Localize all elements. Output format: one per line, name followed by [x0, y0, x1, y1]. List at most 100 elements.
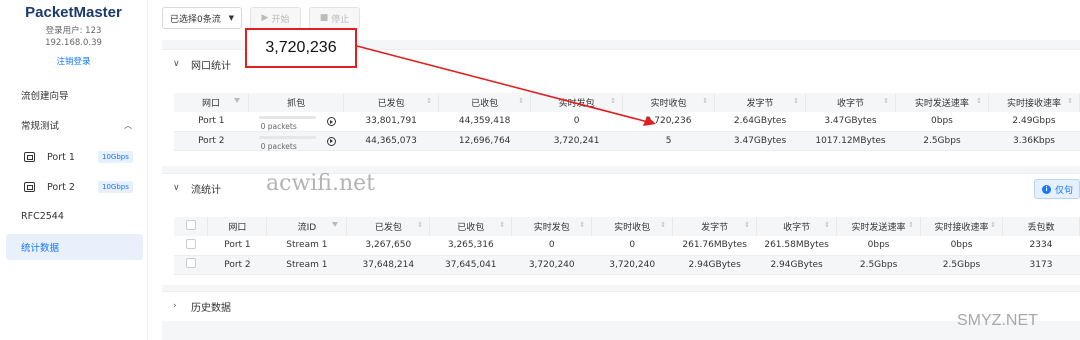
rt-tx-cell: 0 — [530, 112, 623, 132]
sidebar-item-label: Port 1 — [47, 151, 75, 163]
sidebar-item-label: 流创建向导 — [21, 91, 69, 102]
row-checkbox[interactable] — [185, 238, 196, 249]
table-row: Port 1 0 packets 33,801,791 44,359,418 0… — [174, 112, 1080, 132]
filter-icon[interactable] — [234, 98, 241, 103]
play-circle-icon[interactable] — [326, 117, 336, 126]
only-button-label: 仅句 — [1055, 185, 1074, 196]
column-header[interactable]: 实时收包 ⇕ — [622, 93, 716, 112]
sidebar-item-wizard[interactable]: 流创建向导 — [0, 83, 148, 107]
column-header[interactable]: 实时发送速率 ⇕ — [895, 93, 989, 112]
sort-icon: ⇕ — [976, 97, 982, 105]
sidebar-item-label: Port 2 — [47, 181, 75, 193]
sidebar-item-rfc2544[interactable]: RFC2544 — [0, 204, 148, 228]
sort-icon: ⇕ — [824, 221, 831, 229]
sidebar-item-label: RFC2544 — [21, 210, 64, 222]
rx-cell: 3,265,316 — [429, 236, 512, 256]
rt-rx-cell: 5 — [622, 131, 715, 151]
rx-rate-cell: 0bps — [920, 236, 1003, 256]
column-header[interactable]: 发字节 ⇕ — [714, 93, 807, 112]
capture-progress-bar — [258, 135, 316, 139]
sort-icon: ⇕ — [990, 221, 996, 229]
column-header[interactable]: 收字节 ⇕ — [756, 217, 838, 236]
sidebar-item-label: 常规测试 — [21, 121, 60, 132]
column-header[interactable]: 实时发包 ⇕ — [511, 217, 593, 236]
brand-block: PacketMaster 登录用户: 123 192.168.0.39 注销登录 — [0, 0, 147, 67]
table-row: Port 2 Stream 1 37,648,214 37,645,041 3,… — [174, 255, 1080, 275]
sidebar-item-label: 统计数据 — [21, 243, 60, 254]
column-header[interactable]: 已发包 ⇕ — [343, 93, 440, 112]
sidebar-item-port-2[interactable]: Port 2 10Gbps — [0, 176, 148, 198]
table-row: Port 1 Stream 1 3,267,650 3,265,316 0 0 … — [174, 236, 1080, 256]
logged-in-user: 登录用户: 123 — [45, 26, 102, 36]
logout-link[interactable]: 注销登录 — [56, 55, 90, 67]
select-all-header[interactable] — [174, 217, 209, 236]
sort-icon: ⇕ — [579, 221, 586, 229]
tx-cell: 3,267,650 — [346, 236, 430, 256]
tx-bytes-cell: 2.94GBytes — [672, 255, 757, 275]
sort-icon: ⇕ — [518, 97, 525, 105]
only-filter-button[interactable]: i 仅句 — [1034, 179, 1080, 199]
toolbar: 已选择0条流 ▼ ▶ 开始 ■ 停止 — [162, 7, 360, 29]
sort-icon: ⇕ — [702, 97, 709, 105]
rt-rx-cell: 0 — [591, 236, 673, 256]
sort-icon: ⇕ — [1067, 97, 1073, 105]
column-header[interactable]: 已发包 ⇕ — [346, 217, 431, 236]
table-row: Port 2 0 packets 44,365,073 12,696,764 3… — [174, 131, 1080, 151]
speed-badge: 10Gbps — [98, 181, 133, 193]
sidebar-group-general-test[interactable]: 常规测试 ︿ — [0, 113, 148, 137]
sort-icon: ⇕ — [610, 97, 617, 105]
flow-stats-table: 网口 流ID 已发包 ⇕ 已收包 ⇕ 实时发包 ⇕ 实时收包 ⇕ 发字节 ⇕ 收字节 ⇕ 实… — [174, 217, 1080, 275]
port-cell: Port 1 — [174, 112, 249, 132]
tx-cell: 44,365,073 — [343, 131, 439, 151]
tx-cell: 37,648,214 — [346, 255, 430, 275]
column-header[interactable]: 已收包 ⇕ — [429, 217, 513, 236]
tx-bytes-cell: 3.47GBytes — [714, 131, 806, 151]
rt-rx-cell: 3,720,236 — [622, 112, 715, 132]
filter-icon[interactable] — [332, 222, 339, 227]
sidebar-item-statistics[interactable]: 统计数据 — [6, 234, 143, 260]
capture-progress-bar — [258, 116, 316, 119]
info-icon: i — [1042, 184, 1051, 194]
watermark-corner: SMYZ.NET — [957, 312, 1038, 329]
port-cell: Port 1 — [207, 236, 267, 256]
column-header[interactable]: 实时发包 ⇕ — [530, 93, 624, 112]
flow-selection-dropdown[interactable]: 已选择0条流 ▼ — [162, 7, 242, 29]
table-header-row: 网口 流ID 已发包 ⇕ 已收包 ⇕ 实时发包 ⇕ 实时收包 ⇕ 发字节 ⇕ 收字节 ⇕ 实… — [174, 217, 1080, 236]
capture-cell: 0 packets — [248, 112, 344, 132]
port-cell: Port 2 — [174, 131, 249, 151]
history-header[interactable]: › 历史数据 — [162, 292, 1080, 320]
play-circle-icon[interactable] — [326, 136, 336, 146]
rx-rate-cell: 2.5Gbps — [920, 255, 1003, 275]
sidebar-item-port-1[interactable]: Port 1 10Gbps — [0, 146, 148, 168]
column-header[interactable]: 实时发送速率 ⇕ — [836, 217, 922, 236]
loss-cell: 3173 — [1002, 255, 1080, 275]
capture-count: 0 packets — [260, 122, 297, 131]
column-header[interactable]: 网口 — [174, 93, 250, 112]
column-header[interactable]: 实时接收速率 ⇕ — [988, 93, 1080, 112]
column-header[interactable]: 实时收包 ⇕ — [591, 217, 674, 236]
column-header[interactable]: 流ID — [266, 217, 348, 236]
tx-rate-cell: 2.5Gbps — [895, 131, 989, 151]
stop-icon: ■ — [319, 13, 329, 23]
rx-bytes-cell: 3.47GBytes — [805, 112, 896, 132]
column-header[interactable]: 实时接收速率 ⇕ — [920, 217, 1003, 236]
stop-button-label: 停止 — [331, 14, 350, 25]
column-header[interactable]: 发字节 ⇕ — [672, 217, 758, 236]
sort-icon: ⇕ — [793, 97, 800, 105]
tx-rate-cell: 0bps — [895, 112, 989, 132]
rx-bytes-cell: 261.58MBytes — [756, 236, 837, 256]
select-all-checkbox[interactable] — [185, 220, 196, 230]
column-header[interactable]: 已收包 ⇕ — [438, 93, 532, 112]
column-header[interactable]: 收字节 ⇕ — [805, 93, 896, 112]
row-select-cell[interactable] — [174, 236, 208, 256]
loss-cell: 2334 — [1002, 236, 1080, 256]
capture-cell: 0 packets — [248, 131, 344, 151]
sort-icon: ⇕ — [426, 97, 433, 105]
stop-button[interactable]: ■ 停止 — [309, 7, 360, 29]
flow-id-cell: Stream 1 — [266, 236, 347, 256]
sidebar: PacketMaster 登录用户: 123 192.168.0.39 注销登录… — [0, 0, 148, 340]
panel-title: 网口统计 — [191, 60, 231, 72]
row-select-cell[interactable] — [174, 255, 208, 275]
row-checkbox[interactable] — [185, 258, 196, 268]
start-button[interactable]: ▶ 开始 — [250, 7, 301, 29]
